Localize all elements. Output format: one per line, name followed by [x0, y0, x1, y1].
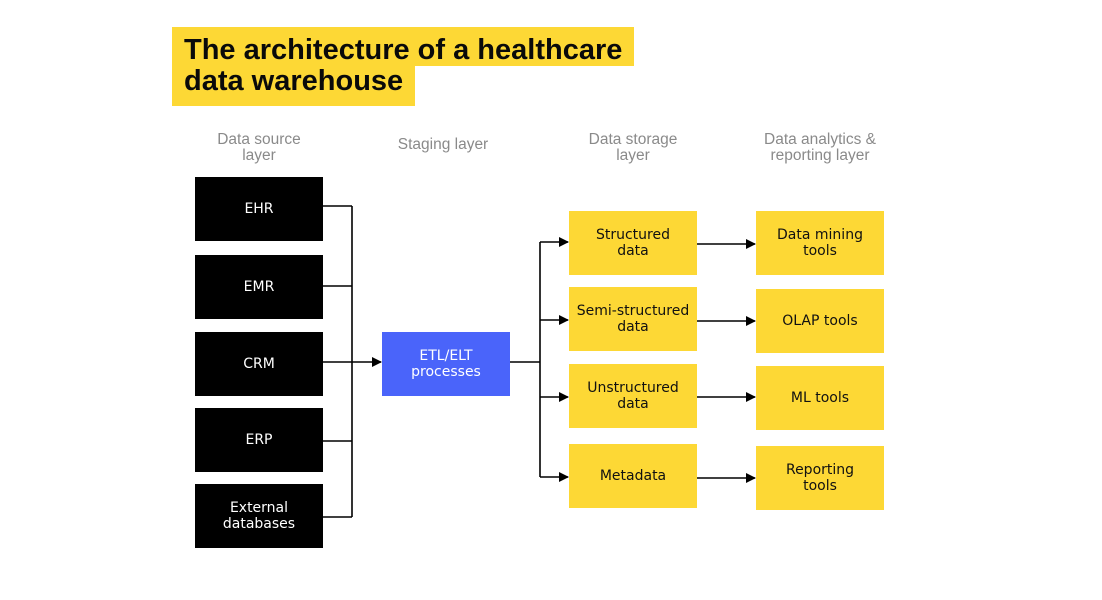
box-label: tools: [803, 478, 837, 494]
source-box-erp: ERP: [195, 408, 323, 472]
box-label: databases: [222, 516, 296, 532]
box-label: processes: [411, 364, 481, 380]
source-box-emr: EMR: [195, 255, 323, 319]
box-label: CRM: [243, 356, 275, 372]
storage-box-unstructured: Unstructured data: [569, 364, 697, 428]
box-label: EMR: [243, 279, 275, 295]
box-label: Structured: [595, 227, 670, 243]
box-label: tools: [803, 243, 837, 259]
box-label: EHR: [244, 201, 274, 217]
box-label: Data mining: [777, 227, 863, 243]
tool-box-data-mining: Data mining tools: [756, 211, 884, 275]
tool-box-reporting: Reporting tools: [756, 446, 884, 510]
storage-box-metadata: Metadata: [569, 444, 697, 508]
box-label: data: [617, 243, 649, 259]
box-label: Semi-structured: [576, 303, 690, 319]
tool-box-olap: OLAP tools: [756, 289, 884, 353]
tool-box-ml: ML tools: [756, 366, 884, 430]
box-label: OLAP tools: [782, 313, 858, 329]
source-box-external-databases: External databases: [195, 484, 323, 548]
box-label: data: [617, 396, 649, 412]
box-label: ML tools: [790, 390, 850, 406]
box-label: Unstructured: [587, 380, 679, 396]
box-label: ETL/ELT: [419, 348, 473, 364]
box-label: data: [617, 319, 649, 335]
box-label: Metadata: [599, 468, 667, 484]
box-label: ERP: [245, 432, 273, 448]
staging-box-etl: ETL/ELT processes: [382, 332, 510, 396]
storage-box-structured: Structured data: [569, 211, 697, 275]
box-label: Reporting: [785, 462, 855, 478]
connectors: [323, 205, 756, 518]
source-box-crm: CRM: [195, 332, 323, 396]
source-box-ehr: EHR: [195, 177, 323, 241]
box-label: External: [229, 500, 289, 516]
storage-box-semi-structured: Semi-structured data: [569, 287, 697, 351]
